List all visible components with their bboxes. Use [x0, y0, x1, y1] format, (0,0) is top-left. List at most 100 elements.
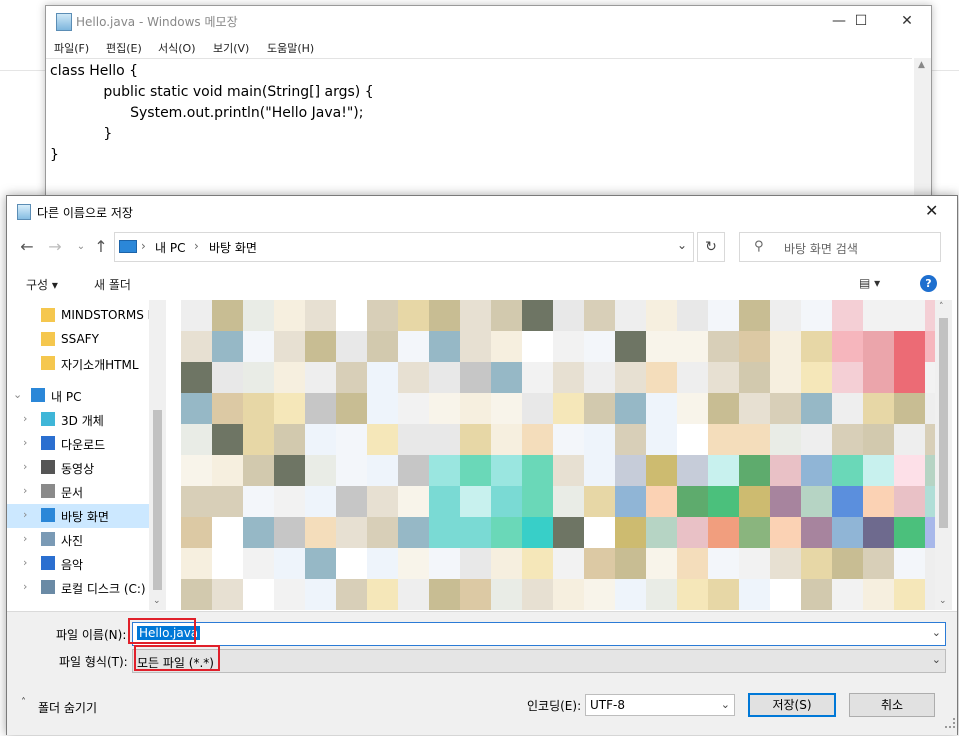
- thumbnail-tile: [832, 517, 863, 548]
- chevron-right-icon[interactable]: ›: [23, 484, 27, 497]
- chevron-down-icon[interactable]: ⌄: [677, 238, 687, 252]
- file-list-scrollbar[interactable]: ˄ ⌄: [935, 300, 952, 610]
- hide-folders-button[interactable]: 폴더 숨기기: [38, 699, 97, 716]
- thumbnail-tile: [801, 300, 832, 331]
- navigation-pane-scrollbar[interactable]: ⌄: [149, 300, 166, 610]
- chevron-right-icon[interactable]: ›: [23, 460, 27, 473]
- thumbnail-tile: [274, 548, 305, 579]
- thumbnail-tile: [212, 300, 243, 331]
- scrollbar-thumb[interactable]: [939, 318, 948, 528]
- scroll-up-icon[interactable]: ˄: [939, 302, 944, 312]
- chevron-right-icon[interactable]: ›: [23, 436, 27, 449]
- dialog-titlebar[interactable]: 다른 이름으로 저장 ✕: [7, 196, 957, 226]
- sidebar-item-label: MINDSTORMS E: [61, 308, 156, 322]
- sidebar-item[interactable]: › 문서: [7, 480, 149, 504]
- thumbnail-tile: [181, 455, 212, 486]
- sidebar-item[interactable]: › 3D 개체: [7, 408, 149, 432]
- thumbnail-tile: [181, 300, 212, 331]
- address-bar[interactable]: › 내 PC › 바탕 화면 ⌄: [114, 232, 694, 262]
- sidebar-item[interactable]: › 음악: [7, 552, 149, 576]
- sidebar-item[interactable]: MINDSTORMS E: [7, 304, 155, 328]
- back-icon[interactable]: ←: [15, 230, 39, 264]
- view-options-icon[interactable]: ▤ ▾: [859, 276, 880, 290]
- sidebar-item[interactable]: › 로컬 디스크 (C:): [7, 576, 149, 600]
- menu-format[interactable]: 서식(O): [158, 40, 195, 56]
- menu-help[interactable]: 도움말(H): [267, 40, 314, 56]
- notepad-title: Hello.java - Windows 메모장: [76, 15, 238, 29]
- breadcrumb-pc[interactable]: 내 PC: [155, 239, 185, 256]
- menu-edit[interactable]: 편집(E): [106, 40, 142, 56]
- close-icon[interactable]: ✕: [884, 6, 930, 36]
- breadcrumb-desktop[interactable]: 바탕 화면: [209, 239, 257, 256]
- sidebar-item[interactable]: ⌄ 내 PC: [7, 384, 149, 408]
- save-as-dialog: 다른 이름으로 저장 ✕ ← → ⌄ ↑ › 내 PC › 바탕 화면 ⌄ ↻ …: [6, 195, 958, 735]
- chevron-down-icon[interactable]: ⌄: [932, 653, 941, 666]
- code-text[interactable]: class Hello { public static void main(St…: [50, 61, 374, 166]
- forward-icon[interactable]: →: [43, 230, 67, 264]
- thumbnail-tile: [584, 486, 615, 517]
- sidebar-item-label: 로컬 디스크 (C:): [61, 582, 146, 596]
- thumbnail-tile: [584, 548, 615, 579]
- thumbnail-tile: [212, 579, 243, 610]
- sidebar-item[interactable]: › 사진: [7, 528, 149, 552]
- file-list-area[interactable]: [169, 300, 939, 610]
- notepad-titlebar[interactable]: Hello.java - Windows 메모장 — ☐ ✕: [46, 6, 931, 36]
- chevron-right-icon[interactable]: ›: [23, 508, 27, 521]
- refresh-icon[interactable]: ↻: [697, 232, 725, 262]
- filetype-select[interactable]: 모든 파일 (*.*) ⌄: [132, 649, 946, 673]
- scroll-down-icon[interactable]: ⌄: [939, 596, 947, 606]
- thumbnail-tile: [739, 300, 770, 331]
- chevron-up-icon[interactable]: ˄: [21, 697, 26, 708]
- chevron-right-icon[interactable]: ›: [23, 412, 27, 425]
- thumbnail-tile: [553, 486, 584, 517]
- chevron-down-icon[interactable]: ⌄: [13, 388, 22, 401]
- menu-view[interactable]: 보기(V): [213, 40, 249, 56]
- organize-button[interactable]: 구성 ▾: [26, 276, 58, 293]
- search-box[interactable]: ⚲ 바탕 화면 검색: [739, 232, 941, 262]
- sidebar-item[interactable]: SSAFY: [7, 328, 149, 352]
- resize-grip[interactable]: [945, 718, 955, 728]
- sidebar-item-label: 바탕 화면: [61, 510, 109, 524]
- encoding-value: UTF-8: [590, 698, 625, 712]
- thumbnail-tile: [739, 548, 770, 579]
- thumbnail-tile: [305, 424, 336, 455]
- notepad-text-area[interactable]: class Hello { public static void main(St…: [46, 58, 912, 202]
- close-icon[interactable]: ✕: [925, 201, 938, 220]
- scroll-up-icon[interactable]: ▲: [918, 60, 925, 70]
- thumbnail-tile: [677, 517, 708, 548]
- chevron-right-icon[interactable]: ›: [23, 580, 27, 593]
- sidebar-item[interactable]: › 다운로드: [7, 432, 149, 456]
- thumbnail-tile: [336, 300, 367, 331]
- up-icon[interactable]: ↑: [89, 230, 113, 264]
- new-folder-button[interactable]: 새 폴더: [94, 276, 131, 293]
- encoding-select[interactable]: UTF-8 ⌄: [585, 694, 735, 716]
- thumbnail-tile: [522, 486, 553, 517]
- notepad-scrollbar[interactable]: ▲: [914, 58, 931, 201]
- thumbnail-tile: [367, 486, 398, 517]
- thumbnail-tile: [522, 517, 553, 548]
- pc-icon: [119, 240, 137, 253]
- thumbnail-tile: [491, 424, 522, 455]
- scrollbar-thumb[interactable]: [153, 410, 162, 590]
- sidebar-item[interactable]: 자기소개HTML: [7, 352, 149, 376]
- thumbnail-tile: [522, 455, 553, 486]
- filename-input[interactable]: Hello.java ⌄: [132, 622, 946, 646]
- sidebar-item[interactable]: › 동영상: [7, 456, 149, 480]
- thumbnail-tile: [367, 579, 398, 610]
- sidebar-item[interactable]: › 바탕 화면: [7, 504, 149, 528]
- help-icon[interactable]: ?: [920, 275, 937, 292]
- thumbnail-tile: [863, 393, 894, 424]
- thumbnail-tile: [522, 548, 553, 579]
- chevron-right-icon[interactable]: ›: [23, 532, 27, 545]
- thumbnail-tile: [181, 486, 212, 517]
- thumbnail-tile: [615, 362, 646, 393]
- chevron-down-icon[interactable]: ⌄: [721, 698, 730, 711]
- chevron-right-icon[interactable]: ›: [23, 556, 27, 569]
- thumbnail-tile: [708, 517, 739, 548]
- scroll-down-icon[interactable]: ⌄: [153, 596, 161, 606]
- maximize-icon[interactable]: ☐: [838, 6, 884, 36]
- chevron-down-icon[interactable]: ⌄: [932, 626, 941, 639]
- cancel-button[interactable]: 취소: [849, 693, 935, 717]
- menu-file[interactable]: 파일(F): [54, 40, 89, 56]
- save-button[interactable]: 저장(S): [748, 693, 836, 717]
